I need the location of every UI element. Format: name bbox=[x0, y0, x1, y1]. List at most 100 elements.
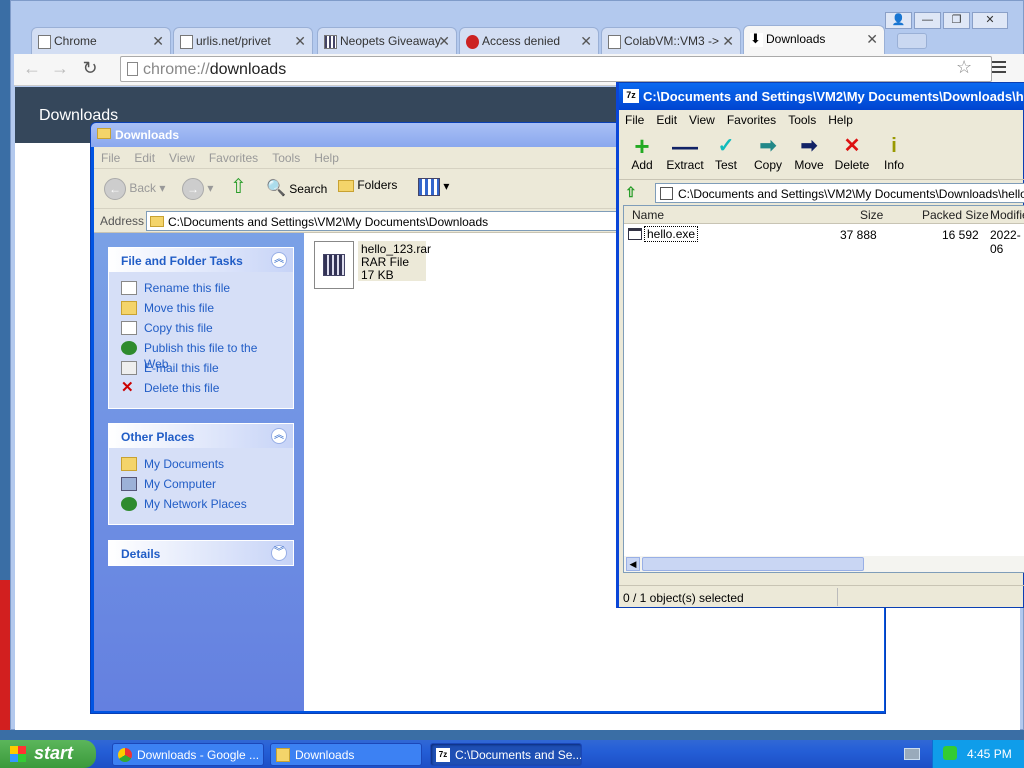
menu-tools[interactable]: Tools bbox=[265, 147, 307, 169]
chrome-menu-icon[interactable] bbox=[992, 61, 1006, 76]
menu-file[interactable]: File bbox=[619, 110, 650, 130]
panel-title[interactable]: File and Folder Tasks bbox=[109, 248, 293, 272]
url-path: downloads bbox=[209, 61, 287, 78]
close-icon[interactable]: ✕ bbox=[152, 33, 164, 50]
folder-up-icon[interactable]: ⇧ bbox=[230, 174, 247, 199]
7zip-icon: 7z bbox=[623, 89, 639, 103]
path-input[interactable]: C:\Documents and Settings\VM2\My Documen… bbox=[655, 183, 1024, 203]
menu-help[interactable]: Help bbox=[307, 147, 346, 169]
tab-urlis[interactable]: urlis.net/privet ✕ bbox=[173, 27, 313, 55]
task-delete[interactable]: ✕ Delete this file bbox=[121, 380, 283, 400]
menu-favorites[interactable]: Favorites bbox=[202, 147, 265, 169]
task-move[interactable]: Move this file bbox=[121, 300, 283, 320]
task-rename[interactable]: Rename this file bbox=[121, 280, 283, 300]
panel-title[interactable]: Details bbox=[109, 541, 293, 565]
new-tab-button[interactable] bbox=[897, 33, 927, 49]
file-item[interactable]: hello_123.rar RAR File 17 KB bbox=[314, 241, 431, 291]
panel-title[interactable]: Other Places bbox=[109, 424, 293, 448]
clock: 4:45 PM bbox=[967, 747, 1012, 761]
views-button[interactable]: ▾ bbox=[418, 178, 449, 196]
check-icon: ✓ bbox=[717, 135, 735, 157]
column-size[interactable]: Size bbox=[860, 208, 883, 222]
profile-icon[interactable]: 👤 bbox=[885, 12, 912, 29]
back-label: Back bbox=[129, 181, 157, 196]
tab-label: Chrome bbox=[54, 34, 97, 48]
keyboard-icon[interactable] bbox=[904, 748, 920, 760]
menu-view[interactable]: View bbox=[683, 110, 721, 130]
network-tray-icon[interactable] bbox=[943, 746, 957, 760]
place-my-documents[interactable]: My Documents bbox=[121, 456, 283, 476]
views-icon bbox=[418, 178, 440, 196]
scroll-left-icon[interactable]: ◀ bbox=[626, 557, 640, 571]
column-packed-size[interactable]: Packed Size bbox=[922, 208, 989, 222]
back-arrow-icon[interactable]: ← bbox=[20, 58, 44, 80]
extract-button[interactable]: — Extract bbox=[661, 133, 709, 172]
taskbar-label: Downloads - Google ... bbox=[137, 748, 260, 762]
horizontal-scrollbar[interactable]: ◀ bbox=[624, 556, 1024, 572]
info-button[interactable]: i Info bbox=[871, 134, 917, 172]
globe-icon bbox=[121, 341, 137, 355]
info-label: Info bbox=[883, 158, 904, 172]
close-icon[interactable]: ✕ bbox=[866, 31, 878, 48]
tab-downloads[interactable]: ⬇ Downloads ✕ bbox=[743, 25, 885, 55]
close-icon[interactable]: ✕ bbox=[580, 33, 592, 50]
task-email[interactable]: E-mail this file bbox=[121, 360, 283, 380]
add-button[interactable]: + Add bbox=[619, 133, 665, 172]
close-icon[interactable]: ✕ bbox=[438, 33, 450, 50]
taskbar-explorer-button[interactable]: Downloads bbox=[270, 743, 422, 766]
column-name[interactable]: Name bbox=[632, 208, 664, 222]
start-button[interactable]: start bbox=[0, 740, 96, 768]
reload-icon[interactable]: ↻ bbox=[78, 58, 102, 80]
maximize-button[interactable]: ❐ bbox=[943, 12, 970, 29]
address-value: C:\Documents and Settings\VM2\My Documen… bbox=[168, 215, 489, 229]
tab-neopets[interactable]: Neopets Giveaway ✕ bbox=[317, 27, 457, 55]
taskbar-7zip-button[interactable]: 7z C:\Documents and Se... bbox=[430, 743, 582, 766]
place-network[interactable]: My Network Places bbox=[121, 496, 283, 516]
column-modified[interactable]: Modified bbox=[990, 208, 1024, 222]
scroll-thumb[interactable] bbox=[642, 557, 864, 571]
taskbar-chrome-button[interactable]: Downloads - Google ... bbox=[112, 743, 264, 766]
tab-chrome[interactable]: Chrome ✕ bbox=[31, 27, 171, 55]
delete-button[interactable]: ✕ Delete bbox=[829, 134, 875, 172]
tab-label: Neopets Giveaway bbox=[340, 34, 441, 48]
copy-button[interactable]: ➡ Copy bbox=[745, 134, 791, 172]
task-publish[interactable]: Publish this file to the Web bbox=[121, 340, 283, 371]
omnibox[interactable]: chrome://downloads bbox=[120, 56, 992, 82]
close-window-button[interactable]: ✕ bbox=[972, 12, 1008, 29]
search-icon: 🔍 bbox=[266, 180, 286, 197]
tab-access-denied[interactable]: Access denied ✕ bbox=[459, 27, 599, 55]
close-icon[interactable]: ✕ bbox=[722, 33, 734, 50]
menu-file[interactable]: File bbox=[94, 147, 127, 169]
close-icon[interactable]: ✕ bbox=[294, 33, 306, 50]
collapse-chevron-icon[interactable]: ︽ bbox=[271, 252, 287, 268]
sevenzip-titlebar[interactable]: 7z C:\Documents and Settings\VM2\My Docu… bbox=[619, 83, 1024, 110]
menu-view[interactable]: View bbox=[162, 147, 202, 169]
collapse-chevron-icon[interactable]: ︽ bbox=[271, 428, 287, 444]
forward-button[interactable]: → ▾ bbox=[182, 178, 213, 200]
menu-favorites[interactable]: Favorites bbox=[721, 110, 782, 130]
table-row[interactable]: hello.exe 37 888 16 592 2022-06 bbox=[624, 225, 1024, 256]
status-text: 0 / 1 object(s) selected bbox=[623, 591, 744, 605]
menu-edit[interactable]: Edit bbox=[650, 110, 683, 130]
place-my-computer[interactable]: My Computer bbox=[121, 476, 283, 496]
search-button[interactable]: 🔍 Search bbox=[266, 178, 327, 198]
minimize-button[interactable]: — bbox=[914, 12, 941, 29]
forward-arrow-icon[interactable]: → bbox=[48, 58, 72, 80]
menu-help[interactable]: Help bbox=[822, 110, 859, 130]
task-label: Move this file bbox=[144, 301, 215, 315]
test-button[interactable]: ✓ Test bbox=[703, 134, 749, 172]
menu-tools[interactable]: Tools bbox=[782, 110, 822, 130]
sevenzip-toolbar: + Add — Extract ✓ Test ➡ Copy ➡ Move ✕ Delete … bbox=[619, 130, 1024, 180]
folders-button[interactable]: Folders bbox=[338, 178, 397, 192]
tab-label: ColabVM::VM3 -> bbox=[624, 34, 720, 48]
task-copy[interactable]: Copy this file bbox=[121, 320, 283, 340]
back-button[interactable]: ← Back ▾ bbox=[104, 178, 165, 200]
row-modified: 2022-06 bbox=[990, 228, 1021, 256]
expand-chevron-icon[interactable]: ︾ bbox=[271, 545, 287, 561]
menu-edit[interactable]: Edit bbox=[127, 147, 162, 169]
bookmark-star-icon[interactable]: ☆ bbox=[956, 57, 972, 78]
move-button[interactable]: ➡ Move bbox=[786, 134, 832, 172]
system-tray: 4:45 PM bbox=[932, 740, 1024, 768]
folder-up-icon[interactable]: ⇧ bbox=[625, 185, 641, 201]
tab-colabvm[interactable]: ColabVM::VM3 -> ✕ bbox=[601, 27, 741, 55]
